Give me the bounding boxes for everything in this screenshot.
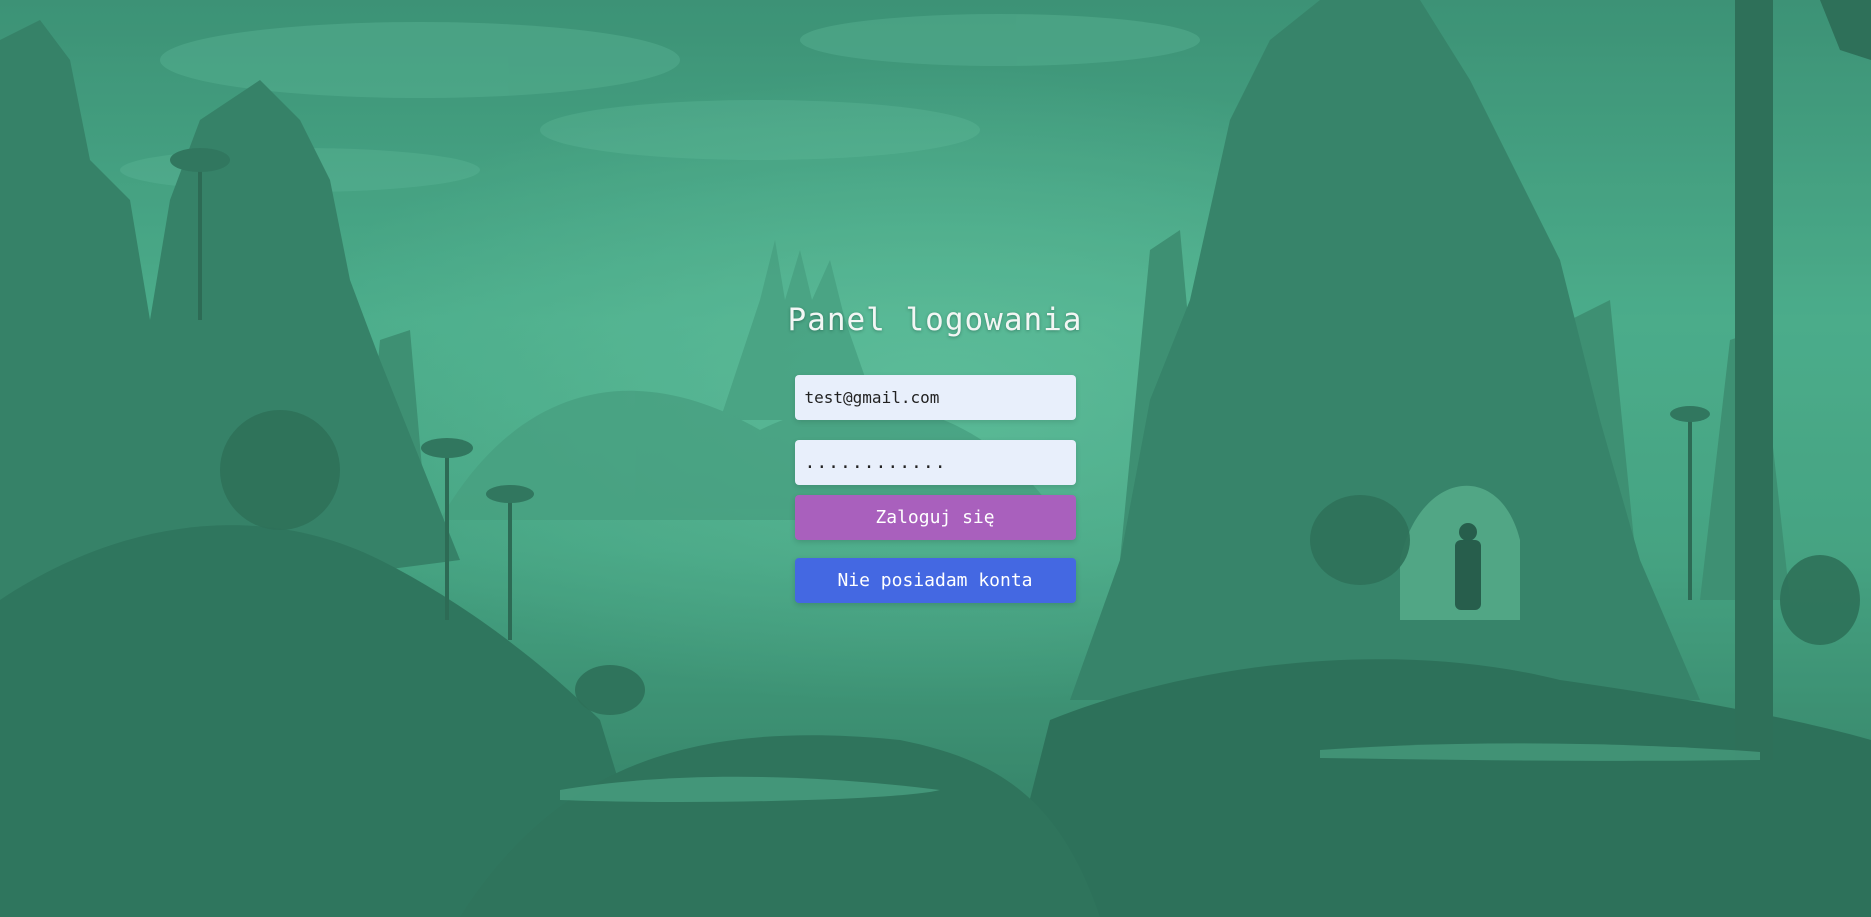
login-button[interactable]: Zaloguj się: [794, 495, 1076, 540]
login-panel: Panel logowania Zaloguj się Nie posiadam…: [787, 295, 1083, 603]
page-title: Panel logowania: [787, 302, 1083, 338]
password-field[interactable]: [794, 440, 1076, 485]
email-field[interactable]: [794, 375, 1076, 420]
no-account-button[interactable]: Nie posiadam konta: [794, 558, 1076, 603]
